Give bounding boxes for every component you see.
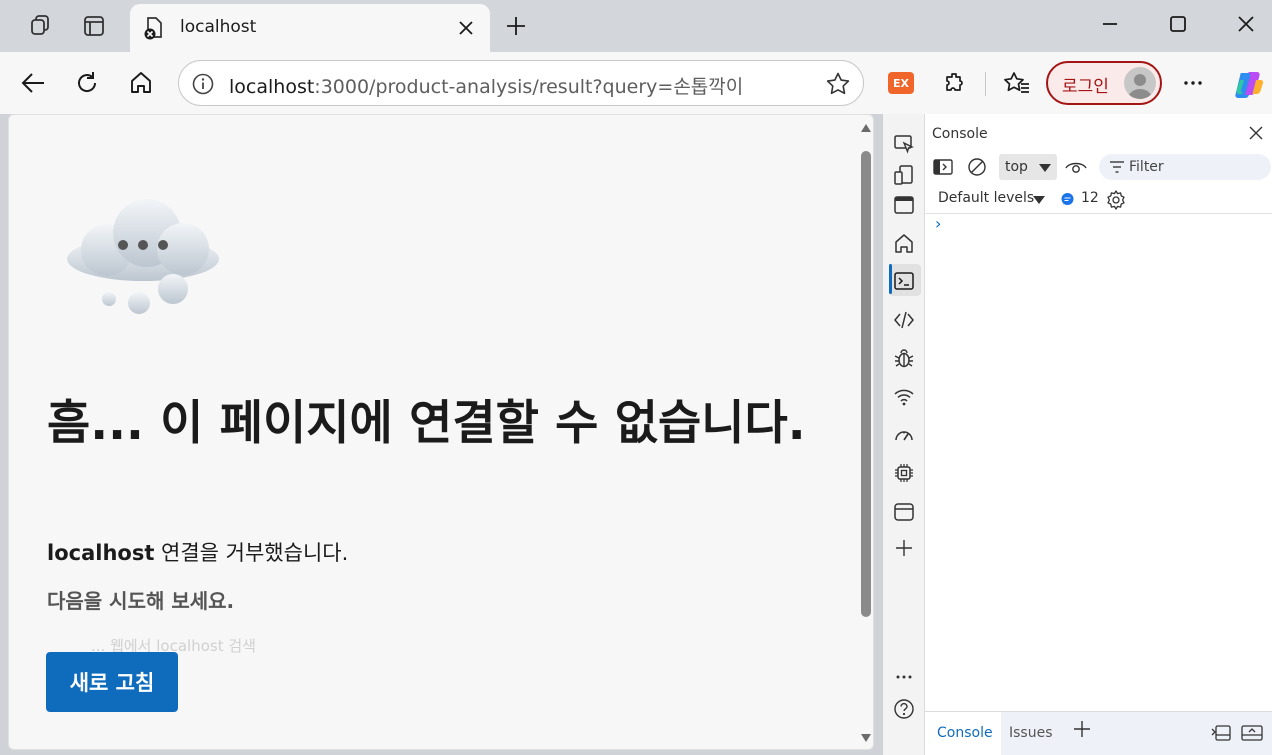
favorites-icon[interactable] [1000,66,1034,100]
page-viewport: 흠... 이 페이지에 연결할 수 없습니다. localhost 연결을 거부… [8,114,874,750]
tab-issues[interactable]: Issues [1009,712,1053,755]
address-bar[interactable]: localhost:3000/product-analysis/result?q… [178,60,864,106]
more-options-icon[interactable] [892,665,916,689]
minimize-icon[interactable] [1086,6,1134,42]
site-info-icon[interactable] [191,72,215,96]
login-label: 로그인 [1062,77,1109,97]
back-arrow-icon[interactable] [16,66,50,100]
console-prompt-icon[interactable]: › [935,214,941,233]
tab-strip: localhost [0,0,1272,52]
error-reason: 연결을 거부했습니다. [154,541,349,565]
console-tool-icon[interactable] [892,269,916,293]
avatar-icon [1124,67,1156,99]
welcome-home-icon[interactable] [892,231,916,255]
devtools-pane: Console top Filter Default levels 12 › C… [882,114,1272,755]
more-tools-plus-icon[interactable] [892,536,916,560]
close-window-icon[interactable] [1222,6,1270,42]
devtools-activity-bar [883,114,925,755]
inspect-element-icon[interactable] [892,132,916,156]
add-tab-plus-icon[interactable] [1073,720,1091,738]
url-text: localhost:3000/product-analysis/result?q… [229,72,743,99]
chevron-down-icon [1039,164,1051,172]
url-host: localhost [229,76,315,98]
home-icon[interactable] [124,66,158,100]
scrollbar-thumb[interactable] [861,151,871,617]
expand-drawer-icon[interactable] [1241,724,1263,742]
workspaces-icon[interactable] [24,10,56,42]
console-levels-bar: Default levels 12 [925,184,1272,214]
copilot-icon[interactable] [1232,68,1266,102]
refresh-icon[interactable] [70,66,104,100]
chevron-down-icon [1033,196,1045,204]
scroll-up-icon[interactable] [860,123,872,133]
new-tab-icon[interactable] [500,10,532,42]
debugger-bug-icon[interactable] [892,346,916,370]
login-button[interactable]: 로그인 [1046,61,1162,105]
more-options-icon[interactable] [1176,66,1210,100]
toolbar-divider [985,72,986,96]
error-host: localhost [47,541,155,565]
dock-drawer-icon[interactable] [1211,724,1231,742]
show-sidebar-icon[interactable] [933,158,953,176]
messages-bubble-icon [1061,193,1074,205]
page-error-icon [142,16,166,40]
application-window-icon[interactable] [892,500,916,524]
drawer-tab-bar: Console Issues [925,711,1272,755]
close-tab-icon[interactable] [452,14,480,42]
console-filter-input[interactable]: Filter [1099,154,1271,180]
filter-icon [1110,161,1124,173]
memory-chip-icon[interactable] [892,461,916,485]
live-expression-eye-icon[interactable] [1065,158,1087,176]
extension-badge-icon[interactable]: EX [888,72,914,94]
console-panel: Console top Filter Default levels 12 › C… [925,114,1272,755]
tab-title: localhost [180,17,257,37]
console-settings-gear-icon[interactable] [1105,189,1127,211]
browser-window-icon[interactable] [892,193,916,217]
panel-header: Console [925,120,1272,148]
browser-toolbar: localhost:3000/product-analysis/result?q… [0,52,1272,114]
clear-console-icon[interactable] [967,157,987,177]
extensions-puzzle-icon[interactable] [938,66,972,100]
context-selector[interactable]: top [999,154,1057,180]
device-emulation-icon[interactable] [892,163,916,187]
tab-console[interactable]: Console [925,712,1001,755]
favorite-star-icon[interactable] [825,71,851,97]
context-label: top [1005,159,1028,175]
page-scrollbar[interactable] [857,115,873,749]
log-levels-dropdown[interactable]: Default levels [938,190,1034,206]
performance-gauge-icon[interactable] [892,423,916,447]
message-count: 12 [1081,190,1099,206]
filter-placeholder: Filter [1129,159,1164,175]
reload-button[interactable]: 새로 고침 [46,652,178,712]
error-message: localhost 연결을 거부했습니다. [47,537,348,567]
active-tab[interactable]: localhost [130,4,490,52]
cloud-error-illustration [63,195,223,319]
tab-actions-icon[interactable] [78,10,110,42]
help-question-icon[interactable] [892,697,916,721]
console-toolbar: top Filter [925,152,1272,182]
try-suggestion-heading: 다음을 시도해 보세요. [47,589,235,613]
maximize-icon[interactable] [1154,6,1202,42]
panel-title: Console [932,126,988,142]
url-path: :3000/product-analysis/result?query=손톱깍이 [314,76,744,98]
network-wifi-icon[interactable] [892,385,916,409]
sources-code-icon[interactable] [892,308,916,332]
close-devtools-icon[interactable] [1247,124,1265,142]
error-title: 흠... 이 페이지에 연결할 수 없습니다. [47,396,806,451]
scroll-down-icon[interactable] [860,733,872,743]
